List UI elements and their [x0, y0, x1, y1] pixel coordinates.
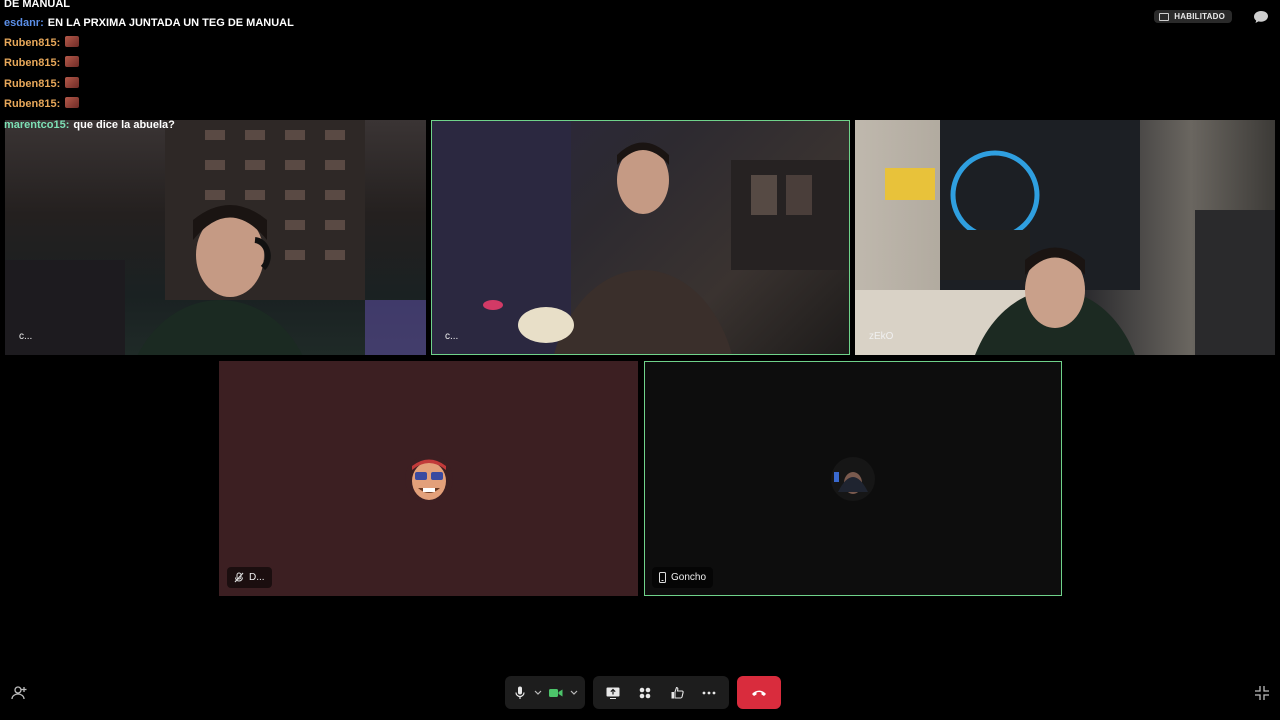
captions-badge[interactable]: HABILITADO — [1154, 10, 1232, 23]
participant-tile-5[interactable]: Goncho — [644, 361, 1062, 596]
screen-share-button[interactable] — [597, 679, 629, 707]
chat-partial-line: DE MANUAL — [4, 0, 70, 10]
chat-username: Ruben815: — [4, 36, 61, 49]
reactions-button[interactable] — [661, 679, 693, 707]
exit-fullscreen-icon[interactable] — [1254, 685, 1270, 701]
participant-name-chip: D... — [227, 567, 272, 588]
more-button[interactable] — [693, 679, 725, 707]
mic-options-button[interactable] — [531, 679, 545, 707]
end-call-button[interactable] — [737, 676, 781, 709]
participant-tile-3[interactable]: zEkO — [855, 120, 1275, 355]
emote-icon — [65, 76, 80, 88]
chat-message: Ruben815: — [4, 94, 304, 115]
add-participant-icon[interactable] — [11, 685, 27, 701]
chat-message: Ruben815: — [4, 74, 304, 95]
chat-message: esdanr: EN LA PRXIMA JUNTADA UN TEG DE MA… — [4, 15, 304, 31]
tile-3-scene — [855, 120, 1275, 355]
tile-1-scene — [5, 120, 426, 355]
closed-captions-icon — [1159, 12, 1170, 21]
chat-message: Ruben815: — [4, 53, 304, 74]
participant-avatar — [404, 454, 453, 503]
participant-name: c... — [445, 331, 459, 342]
participant-name: Goncho — [671, 572, 707, 583]
participant-tile-4[interactable]: D... — [219, 361, 638, 596]
chat-overlay: DE MANUAL esdanr: EN LA PRXIMA JUNTADA UN… — [4, 0, 304, 135]
chat-username: Ruben815: — [4, 77, 61, 90]
call-toolbar — [505, 676, 781, 709]
chat-text: EN LA PRXIMA JUNTADA UN TEG DE MANUAL — [47, 16, 294, 29]
camera-options-button[interactable] — [567, 679, 581, 707]
chevron-down-icon — [534, 690, 542, 695]
chat-message: Ruben815: — [4, 33, 304, 54]
chat-text: que dice la abuela? — [73, 118, 175, 131]
chat-username: esdanr: — [4, 16, 44, 29]
participant-name: c... — [19, 331, 33, 342]
participant-name: D... — [249, 572, 265, 583]
mic-control-group — [505, 676, 585, 709]
phone-icon — [659, 572, 666, 583]
participant-avatar — [831, 456, 875, 501]
chat-message: marentco15: que dice la abuela? — [4, 115, 304, 136]
participant-tile-2[interactable]: c... — [431, 120, 850, 355]
chevron-down-icon — [570, 690, 578, 695]
reaction-icon — [671, 686, 684, 699]
screen-share-icon — [606, 687, 620, 699]
camera-button[interactable] — [545, 679, 567, 707]
chat-username: Ruben815: — [4, 57, 61, 69]
tile-2-scene — [431, 120, 850, 355]
mic-off-icon — [234, 572, 244, 583]
emote-icon — [65, 56, 80, 67]
participant-name-chip: Goncho — [652, 567, 714, 588]
participant-tile-1[interactable]: c... — [5, 120, 426, 355]
chat-bubble-icon[interactable] — [1253, 10, 1269, 24]
actions-group — [593, 676, 729, 709]
hang-up-icon — [752, 690, 766, 696]
camera-icon — [549, 688, 563, 697]
captions-badge-label: HABILITADO — [1174, 12, 1225, 21]
chat-username: marentco15: — [4, 118, 70, 131]
grid-icon — [639, 687, 651, 698]
emote-icon — [65, 35, 80, 47]
mic-button[interactable] — [509, 679, 531, 707]
microphone-icon — [515, 686, 525, 699]
layout-button[interactable] — [629, 679, 661, 707]
chat-username: Ruben815: — [4, 98, 61, 110]
emote-icon — [65, 97, 80, 108]
participant-name: zEkO — [869, 331, 894, 342]
more-icon — [702, 691, 716, 694]
